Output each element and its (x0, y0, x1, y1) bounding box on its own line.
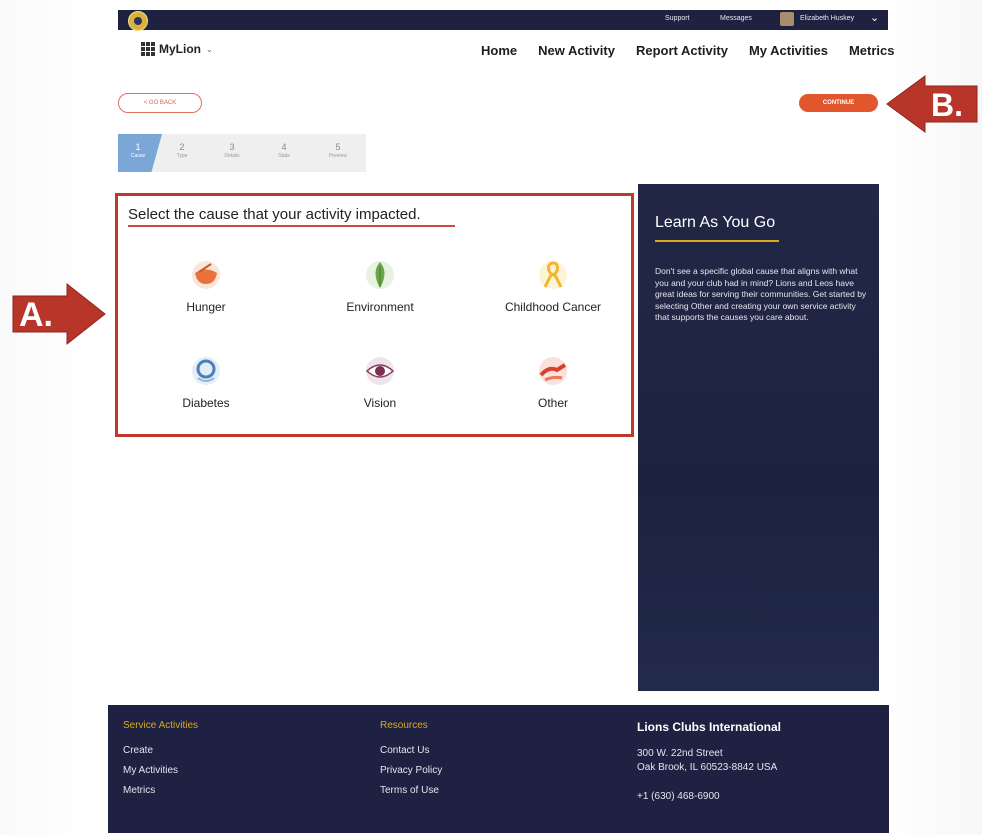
step-number: 4 (281, 142, 287, 152)
cause-selection-panel: Select the cause that your activity impa… (115, 193, 634, 437)
go-back-button[interactable]: < GO BACK (118, 93, 202, 113)
callout-letter-b: B. (931, 87, 963, 123)
utility-bar: Support Messages Elizabeth Huskey ⌄ (118, 10, 888, 31)
cause-childhood-cancer[interactable]: Childhood Cancer (488, 260, 618, 316)
leaf-icon (366, 261, 394, 289)
callout-arrow-b: B. (886, 75, 978, 133)
step-preview[interactable]: 5 Preview (318, 142, 358, 159)
step-number: 2 (179, 142, 185, 152)
nav-my-activities[interactable]: My Activities (749, 43, 828, 58)
footer-link-create[interactable]: Create (123, 745, 198, 756)
footer-link-metrics[interactable]: Metrics (123, 785, 198, 796)
step-number: 1 (135, 142, 141, 152)
cause-title: Select the cause that your activity impa… (128, 206, 421, 223)
brand-menu[interactable]: MyLion ⌄ (141, 42, 213, 56)
cause-label: Environment (346, 300, 414, 314)
footer-service-title: Service Activities (123, 720, 199, 731)
step-label: Details (224, 153, 240, 159)
learn-underline (655, 240, 779, 242)
footer-link-terms-of-use[interactable]: Terms of Use (380, 785, 442, 796)
footer-link-my-activities[interactable]: My Activities (123, 765, 198, 776)
callout-letter-a: A. (19, 296, 53, 334)
footer-phone: +1 (630) 468-6900 (637, 791, 720, 802)
cause-other[interactable]: Other (488, 356, 618, 412)
helping-hands-icon (539, 357, 567, 385)
title-underline (128, 225, 455, 227)
callout-arrow-a: A. (12, 282, 106, 346)
footer-resources-title: Resources (380, 720, 428, 731)
step-type[interactable]: 2 Type (162, 142, 202, 159)
step-label: Preview (329, 153, 347, 159)
nav-report-activity[interactable]: Report Activity (636, 43, 728, 58)
nav-home[interactable]: Home (481, 43, 517, 58)
cause-hunger[interactable]: Hunger (141, 260, 271, 316)
learn-as-you-go-panel: Learn As You Go Don't see a specific glo… (638, 184, 879, 691)
lions-logo-icon[interactable] (128, 11, 148, 31)
step-details[interactable]: 3 Details (212, 142, 252, 159)
eye-icon (365, 357, 395, 385)
ribbon-icon (539, 261, 567, 289)
cause-label: Childhood Cancer (504, 300, 602, 314)
footer-org-column: Lions Clubs International 300 W. 22nd St… (637, 720, 781, 802)
footer-org-name: Lions Clubs International (637, 720, 782, 734)
footer-resources-column: Resources Contact Us Privacy Policy Term… (380, 720, 442, 805)
support-link[interactable]: Support (665, 15, 690, 22)
step-label: Cause (130, 153, 146, 159)
chevron-down-icon[interactable]: ⌄ (870, 11, 879, 24)
footer-address-line2: Oak Brook, IL 60523-8842 USA (637, 762, 778, 773)
cause-label: Hunger (186, 300, 226, 314)
learn-body: Don't see a specific global cause that a… (655, 266, 867, 322)
step-cause[interactable]: 1 Cause (118, 142, 158, 159)
step-number: 3 (229, 142, 235, 152)
diabetes-ring-icon (192, 357, 220, 385)
cause-vision[interactable]: Vision (315, 356, 445, 412)
step-label: Type (176, 153, 188, 159)
learn-title: Learn As You Go (655, 214, 776, 231)
bowl-icon (192, 261, 220, 289)
cause-label: Other (537, 396, 568, 410)
app-grid-icon[interactable] (141, 42, 155, 56)
footer-service-column: Service Activities Create My Activities … (123, 720, 198, 805)
cause-environment[interactable]: Environment (315, 260, 445, 316)
footer-link-privacy-policy[interactable]: Privacy Policy (380, 765, 442, 776)
nav-metrics[interactable]: Metrics (849, 43, 895, 58)
footer: Service Activities Create My Activities … (108, 705, 889, 833)
step-number: 5 (335, 142, 341, 152)
progress-stepper: 1 Cause 2 Type 3 Details 4 Stats 5 Previ… (118, 134, 366, 172)
cause-label: Diabetes (182, 396, 230, 410)
main-nav: Home New Activity Report Activity My Act… (481, 43, 894, 58)
step-stats[interactable]: 4 Stats (264, 142, 304, 159)
footer-link-contact-us[interactable]: Contact Us (380, 745, 442, 756)
nav-new-activity[interactable]: New Activity (538, 43, 615, 58)
brand-name[interactable]: MyLion (159, 42, 201, 56)
chevron-down-icon[interactable]: ⌄ (206, 45, 213, 54)
step-label: Stats (278, 153, 290, 159)
user-name[interactable]: Elizabeth Huskey (800, 15, 854, 22)
continue-button[interactable]: CONTINUE (799, 94, 878, 112)
cause-label: Vision (363, 396, 397, 410)
messages-link[interactable]: Messages (720, 15, 752, 22)
cause-diabetes[interactable]: Diabetes (141, 356, 271, 412)
avatar[interactable] (780, 12, 794, 26)
footer-address-line1: 300 W. 22nd Street (637, 748, 723, 759)
